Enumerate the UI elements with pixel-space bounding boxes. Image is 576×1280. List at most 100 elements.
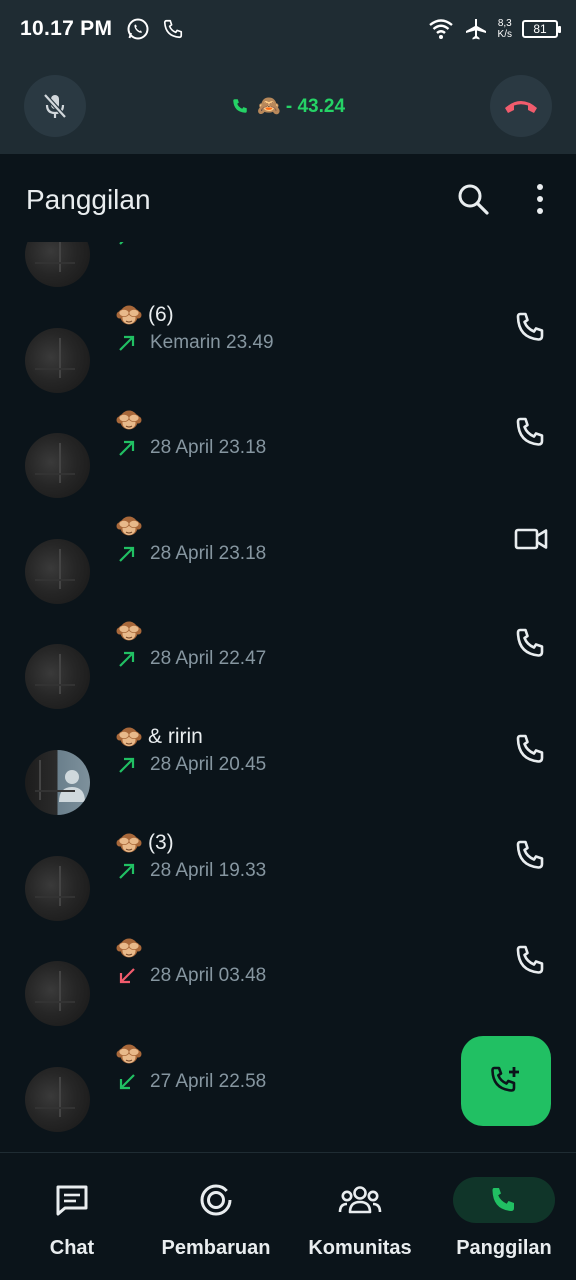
see-no-evil-monkey-icon [116, 727, 142, 747]
see-no-evil-monkey-icon [116, 938, 142, 958]
call-row[interactable]: (3) 28 April 19.33 [0, 831, 576, 940]
contact-avatar[interactable] [25, 856, 90, 921]
see-no-evil-monkey-icon [116, 833, 142, 853]
contact-avatar[interactable] [25, 750, 90, 815]
more-options-icon[interactable] [526, 182, 554, 216]
call-meta: 27 April 22.58 [118, 1071, 266, 1093]
call-time: Hari ini 21.11 [150, 242, 261, 248]
search-icon[interactable] [456, 182, 490, 216]
call-time: 28 April 23.18 [150, 543, 267, 564]
see-no-evil-monkey-icon [116, 621, 142, 641]
outgoing-arrow-icon [119, 651, 135, 667]
page-title: Panggilan [26, 184, 151, 215]
call-time: 28 April 20.45 [150, 754, 267, 775]
see-no-evil-monkey-icon [116, 516, 142, 536]
nav-communities[interactable]: Komunitas [288, 1153, 432, 1280]
incoming-arrow-icon [119, 1074, 135, 1090]
status-bar: 10.17 PM 8,3 K/s 81 [0, 0, 576, 58]
call-meta: 28 April 19.33 [118, 860, 266, 882]
contact-avatar[interactable] [25, 242, 90, 287]
contact-avatar[interactable] [25, 433, 90, 498]
outgoing-arrow-icon [119, 242, 124, 245]
call-list[interactable]: (2)Hari ini 21.11(6) Kemarin 23.49 28 Apri… [0, 242, 576, 1152]
call-time: 28 April 03.48 [150, 965, 267, 986]
contact-avatar[interactable] [25, 961, 90, 1026]
contact-avatar[interactable] [25, 1067, 90, 1132]
call-row[interactable]: 28 April 23.18 [0, 408, 576, 517]
call-contact-name-text: (6) [148, 303, 174, 326]
call-contact-name: (6) [116, 303, 174, 327]
call-meta: 28 April 20.45 [118, 754, 266, 776]
contact-avatar[interactable] [25, 328, 90, 393]
call-contact-name-text: & ririn [148, 725, 203, 748]
communities-icon [338, 1186, 382, 1214]
bottom-navigation: Chat Pembaruan Komunitas Panggilan [0, 1152, 576, 1280]
video-call-icon[interactable] [513, 521, 549, 557]
call-contact-name [116, 936, 148, 960]
battery-indicator: 81 [522, 20, 561, 38]
voice-call-icon[interactable] [513, 838, 549, 874]
call-row[interactable]: (6) Kemarin 23.49 [0, 303, 576, 412]
call-contact-name [116, 514, 148, 538]
call-meta: Kemarin 23.49 [118, 332, 274, 354]
voice-call-icon[interactable] [513, 415, 549, 451]
nav-calls[interactable]: Panggilan [432, 1153, 576, 1280]
nav-communities-label: Komunitas [308, 1237, 412, 1259]
end-call-button[interactable] [490, 75, 552, 137]
calls-icon [492, 1188, 514, 1211]
call-meta: 28 April 23.18 [118, 437, 266, 459]
contact-avatar[interactable] [25, 644, 90, 709]
add-call-icon [491, 1066, 519, 1092]
call-contact-name: (3) [116, 831, 174, 855]
call-row[interactable]: & ririn 28 April 20.45 [0, 725, 576, 834]
voice-call-icon[interactable] [513, 732, 549, 768]
app-header: Panggilan [0, 154, 576, 242]
call-time: 28 April 23.18 [150, 437, 267, 458]
call-contact-name [116, 408, 148, 432]
call-time: 28 April 22.47 [150, 648, 267, 669]
new-call-button[interactable] [461, 1036, 551, 1126]
updates-icon [200, 1184, 232, 1216]
ongoing-call-banner[interactable]: 🙈 - 43.24 [0, 58, 576, 154]
call-contact-name [116, 619, 148, 643]
see-no-evil-monkey-icon [116, 305, 142, 325]
outgoing-arrow-icon [119, 757, 135, 773]
call-contact-name: & ririn [116, 725, 203, 749]
voice-call-icon[interactable] [513, 626, 549, 662]
call-status-icon [163, 19, 183, 39]
nav-updates-label: Pembaruan [161, 1237, 271, 1259]
call-contact-name [116, 1042, 148, 1066]
end-call-icon [505, 101, 537, 113]
call-meta: 28 April 22.47 [118, 648, 266, 670]
call-meta: 28 April 23.18 [118, 543, 266, 565]
nav-calls-active-pill [453, 1177, 555, 1223]
call-row[interactable]: 28 April 03.48 [0, 936, 576, 1045]
call-meta: Hari ini 21.11 [118, 242, 261, 248]
nav-chat-label: Chat [49, 1237, 95, 1259]
nav-chat[interactable]: Chat [0, 1153, 144, 1280]
outgoing-arrow-icon [119, 546, 135, 562]
call-time: 28 April 19.33 [150, 860, 267, 881]
call-row[interactable]: 28 April 22.47 [0, 619, 576, 728]
contact-avatar[interactable] [25, 539, 90, 604]
airplane-icon [465, 19, 486, 40]
call-row[interactable]: 28 April 23.18 [0, 514, 576, 623]
nav-calls-label: Panggilan [456, 1237, 552, 1259]
outgoing-arrow-icon [119, 863, 135, 879]
call-time: Kemarin 23.49 [150, 332, 274, 353]
status-time: 10.17 PM [20, 17, 113, 40]
nav-updates[interactable]: Pembaruan [144, 1153, 288, 1280]
missed-arrow-icon [119, 968, 135, 984]
voice-call-icon[interactable] [513, 310, 549, 346]
call-row[interactable]: (2)Hari ini 21.11 [0, 242, 576, 306]
see-no-evil-monkey-icon [116, 410, 142, 430]
voice-call-icon[interactable] [513, 943, 549, 979]
default-person-icon [59, 770, 85, 802]
call-time: 27 April 22.58 [150, 1071, 267, 1092]
outgoing-arrow-icon [119, 440, 135, 456]
wifi-icon [428, 19, 453, 39]
ongoing-call-label: 🙈 - 43.24 [256, 96, 346, 117]
call-contact-name-text: (3) [148, 831, 174, 854]
net-speed: 8,3 K/s [497, 18, 512, 40]
chat-icon [56, 1185, 88, 1216]
